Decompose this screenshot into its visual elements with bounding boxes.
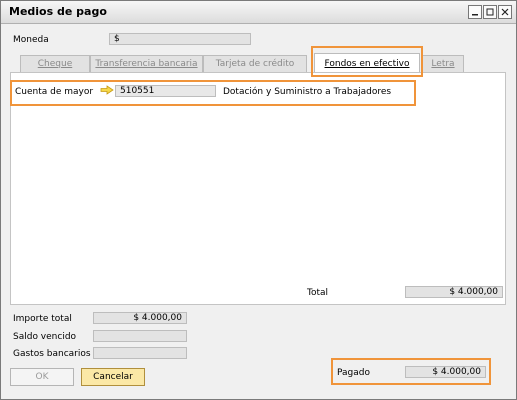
currency-label: Moneda bbox=[13, 35, 49, 45]
cancel-button[interactable]: Cancelar bbox=[81, 368, 145, 386]
total-label: Total bbox=[307, 288, 329, 298]
gastos-bancarios-field[interactable] bbox=[93, 347, 187, 359]
saldo-vencido-field[interactable] bbox=[93, 330, 187, 342]
saldo-vencido-label: Saldo vencido bbox=[13, 332, 77, 342]
total-field: $ 4.000,00 bbox=[405, 286, 503, 298]
maximize-icon[interactable] bbox=[483, 5, 497, 19]
importe-total-field: $ 4.000,00 bbox=[93, 312, 187, 324]
tab-fondos-en-efectivo[interactable]: Fondos en efectivo bbox=[314, 53, 420, 73]
window-title: Medios de pago bbox=[9, 5, 107, 18]
tab-tarjeta-de-credito[interactable]: Tarjeta de crédito bbox=[203, 55, 307, 72]
minimize-icon[interactable] bbox=[468, 5, 482, 19]
tab-letra[interactable]: Letra bbox=[422, 55, 464, 72]
ok-button[interactable]: OK bbox=[10, 368, 74, 386]
tab-cheque[interactable]: Cheque bbox=[20, 55, 90, 72]
account-label: Cuenta de mayor bbox=[15, 87, 94, 97]
link-arrow-icon[interactable] bbox=[100, 85, 114, 95]
close-icon[interactable] bbox=[498, 5, 512, 19]
title-bar: Medios de pago bbox=[1, 1, 516, 24]
pagado-field: $ 4.000,00 bbox=[405, 366, 486, 378]
gastos-bancarios-label: Gastos bancarios bbox=[13, 349, 91, 359]
account-name: Dotación y Suministro a Trabajadores bbox=[223, 87, 392, 97]
importe-total-label: Importe total bbox=[13, 314, 72, 324]
payment-means-window: Medios de pago Moneda $ Cheque Transfere… bbox=[0, 0, 517, 400]
pagado-label: Pagado bbox=[337, 368, 370, 378]
tab-transferencia-bancaria[interactable]: Transferencia bancaria bbox=[90, 55, 203, 72]
account-code-field[interactable]: 510551 bbox=[115, 85, 216, 97]
cash-funds-panel bbox=[10, 72, 506, 305]
currency-field[interactable]: $ bbox=[109, 33, 251, 45]
